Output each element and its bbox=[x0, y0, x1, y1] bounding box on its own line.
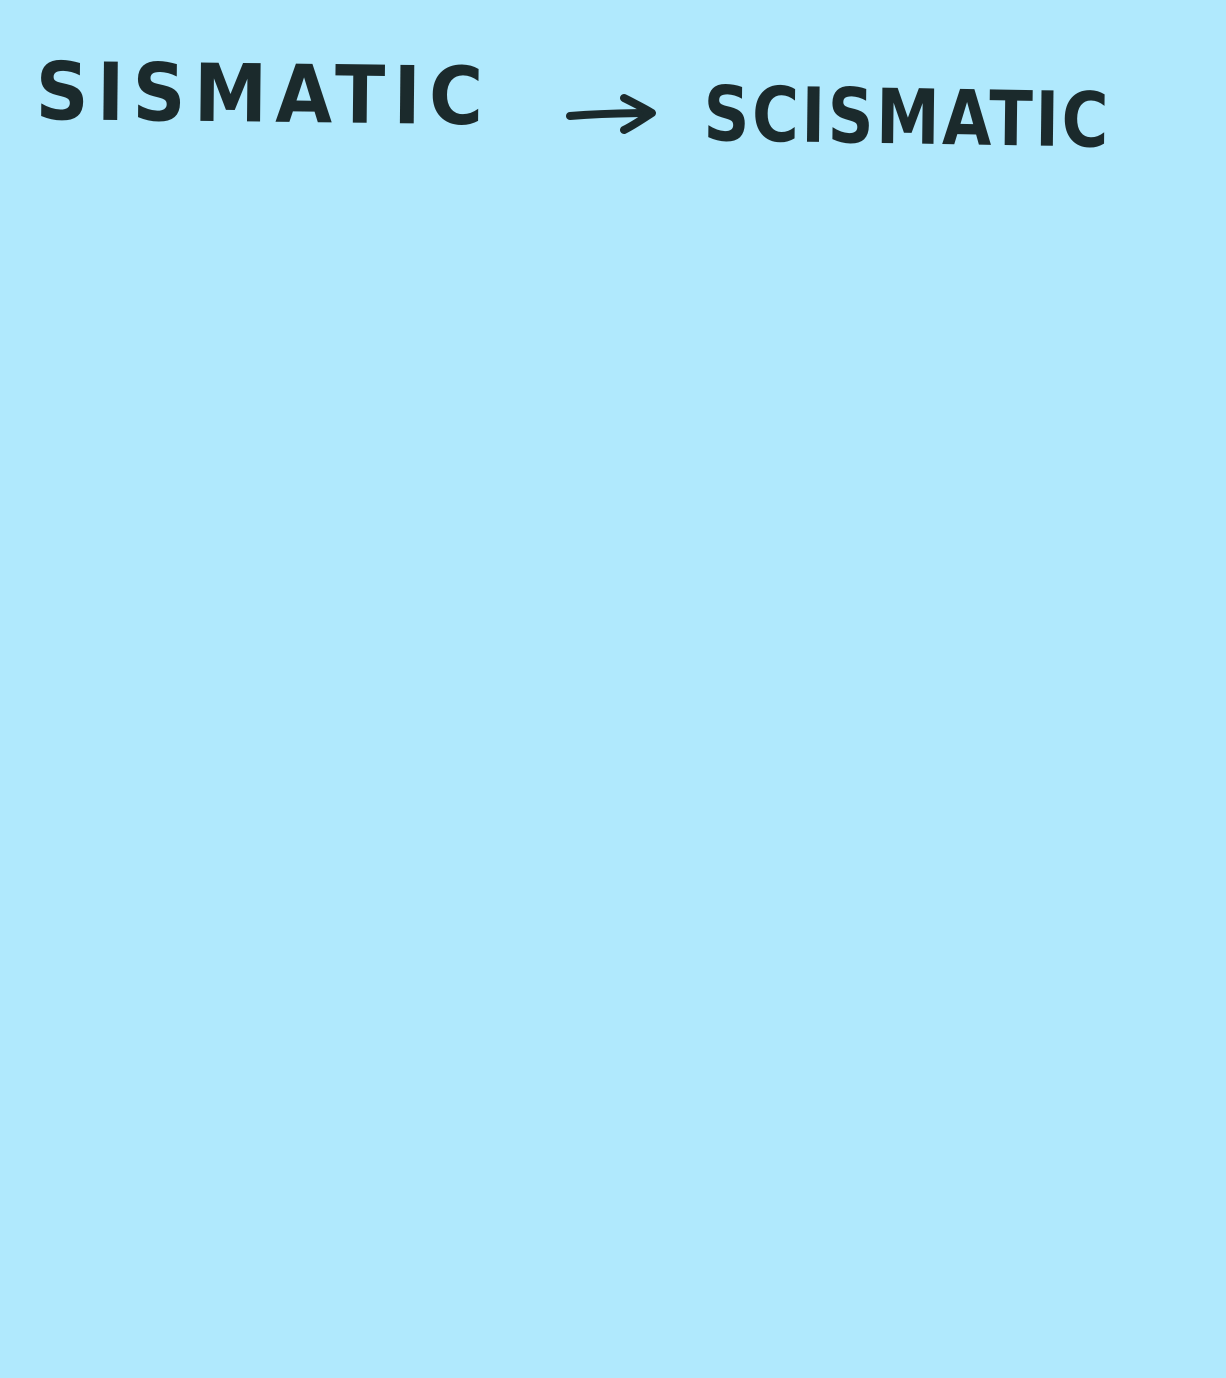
corrected-word: SCISMATIC bbox=[703, 69, 1112, 165]
sticky-note: SISMATIC SCISMATIC bbox=[0, 0, 1226, 1378]
right-arrow-icon bbox=[566, 94, 656, 134]
misspelled-word: SISMATIC bbox=[35, 45, 492, 144]
